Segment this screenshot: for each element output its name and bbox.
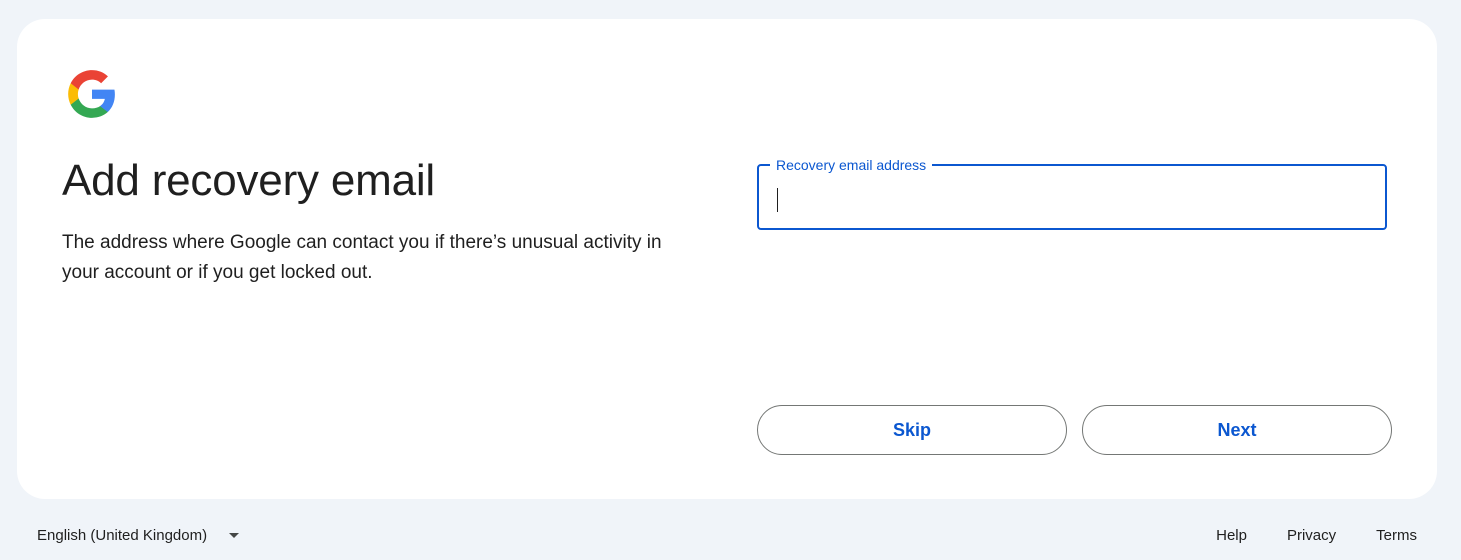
page-title: Add recovery email <box>62 156 435 205</box>
skip-button[interactable]: Skip <box>757 405 1067 455</box>
recovery-email-label: Recovery email address <box>770 156 933 174</box>
recovery-email-input[interactable] <box>773 180 1373 216</box>
next-button[interactable]: Next <box>1082 405 1392 455</box>
text-caret <box>777 188 778 212</box>
language-label: English (United Kingdom) <box>37 527 208 544</box>
chevron-down-icon <box>229 533 240 538</box>
card: Add recovery email The address where Goo… <box>17 19 1437 499</box>
recovery-email-field[interactable]: Recovery email address <box>757 156 1387 230</box>
privacy-link[interactable]: Privacy <box>1287 527 1336 544</box>
terms-link[interactable]: Terms <box>1376 527 1417 544</box>
page-description: The address where Google can contact you… <box>62 232 662 283</box>
footer-links: Help Privacy Terms <box>1176 527 1417 544</box>
language-selector[interactable]: English (United Kingdom) <box>37 527 240 544</box>
help-link[interactable]: Help <box>1216 527 1247 544</box>
google-g-icon <box>66 68 118 120</box>
